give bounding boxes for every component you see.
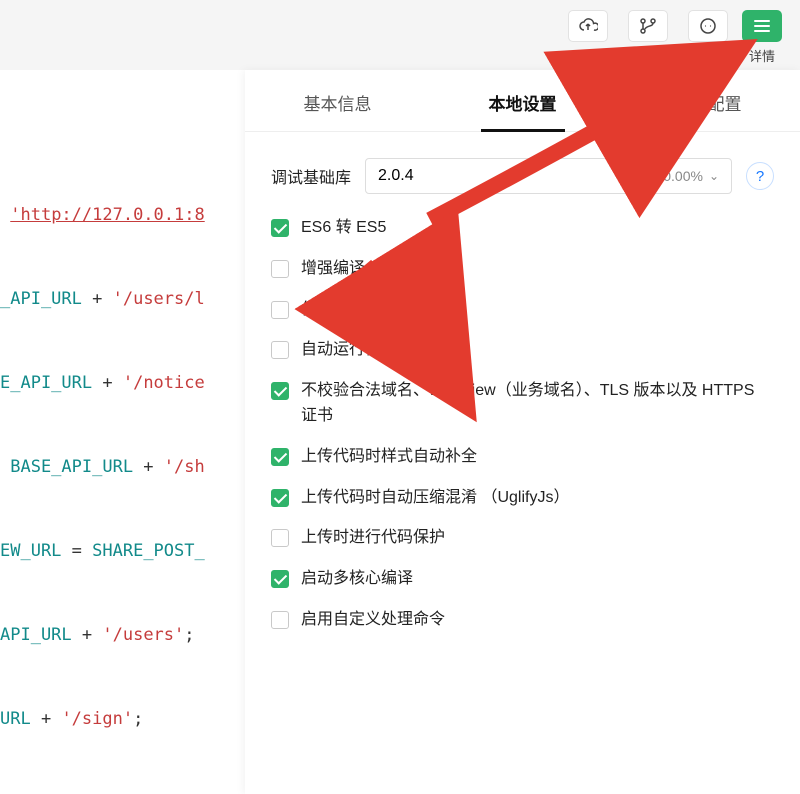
check-noverify[interactable]: 不校验合法域名、web-view（业务域名）、TLS 版本以及 HTTPS 证书 [271,379,774,429]
settings-panel: 基本信息 本地设置 项目配置 调试基础库 2.0.4 0.00% ⌄ ? ES6… [245,70,800,794]
check-label: 启用自定义处理命令 [301,608,445,633]
details-label: 详情 [749,46,775,65]
cloud-up-icon [568,10,608,42]
branch-icon [628,10,668,42]
check-protect[interactable]: 上传时进行代码保护 [271,526,774,551]
checkbox-icon [271,570,289,588]
check-autostyle[interactable]: 上传代码时样式自动补全 [271,445,774,470]
tab-basic[interactable]: 基本信息 [296,70,380,131]
check-label: 使用 npm 模块 [301,298,405,323]
base-lib-value: 2.0.4 [378,167,414,185]
upload-button[interactable]: 上传 [568,10,608,65]
check-label: 启动多核心编译 [301,567,413,592]
base-lib-label: 调试基础库 [271,164,351,188]
panel-tabs: 基本信息 本地设置 项目配置 [245,70,800,132]
check-es6[interactable]: ES6 转 ES5 [271,216,774,241]
check-autorun[interactable]: 自动运行体验评分 [271,338,774,363]
base-lib-pct: 0.00% [663,168,703,184]
menu-icon [742,10,782,42]
check-label: ES6 转 ES5 [301,216,386,241]
check-multicore[interactable]: 启动多核心编译 [271,567,774,592]
details-button[interactable]: 详情 [742,10,782,65]
checkbox-icon [271,382,289,400]
checkbox-icon [271,489,289,507]
tab-project[interactable]: 项目配置 [666,70,750,131]
version-label: 版本管理 [622,46,674,65]
community-label: 社区 [695,46,721,65]
checkbox-list: ES6 转 ES5 增强编译 使用 npm 模块 自动运行体验评分 不校验合法域… [271,216,774,633]
check-custom[interactable]: 启用自定义处理命令 [271,608,774,633]
topbar: 上传 版本管理 社区 详情 [568,0,800,65]
help-icon[interactable]: ? [746,162,774,190]
checkbox-icon [271,611,289,629]
version-button[interactable]: 版本管理 [622,10,674,65]
chevron-down-icon: ⌄ [709,169,719,183]
check-uglify[interactable]: 上传代码时自动压缩混淆 （UglifyJs） [271,486,774,511]
base-lib-select[interactable]: 2.0.4 0.00% ⌄ [365,158,732,194]
check-label: 自动运行体验评分 [301,338,429,363]
checkbox-icon [271,260,289,278]
checkbox-icon [271,529,289,547]
check-npm[interactable]: 使用 npm 模块 [271,298,774,323]
tab-local[interactable]: 本地设置 [481,70,565,131]
check-label: 上传代码时样式自动补全 [301,445,477,470]
upload-label: 上传 [575,46,601,65]
code-editor: 'http://127.0.0.1:8 _API_URL + '/users/l… [0,70,250,794]
check-label: 上传代码时自动压缩混淆 （UglifyJs） [301,486,569,511]
checkbox-icon [271,301,289,319]
check-enhance[interactable]: 增强编译 [271,257,774,282]
checkbox-icon [271,219,289,237]
base-lib-row: 调试基础库 2.0.4 0.00% ⌄ ? [271,158,774,194]
checkbox-icon [271,341,289,359]
check-label: 上传时进行代码保护 [301,526,445,551]
chat-icon [688,10,728,42]
check-label: 不校验合法域名、web-view（业务域名）、TLS 版本以及 HTTPS 证书 [301,379,774,429]
community-button[interactable]: 社区 [688,10,728,65]
checkbox-icon [271,448,289,466]
check-label: 增强编译 [301,257,365,282]
